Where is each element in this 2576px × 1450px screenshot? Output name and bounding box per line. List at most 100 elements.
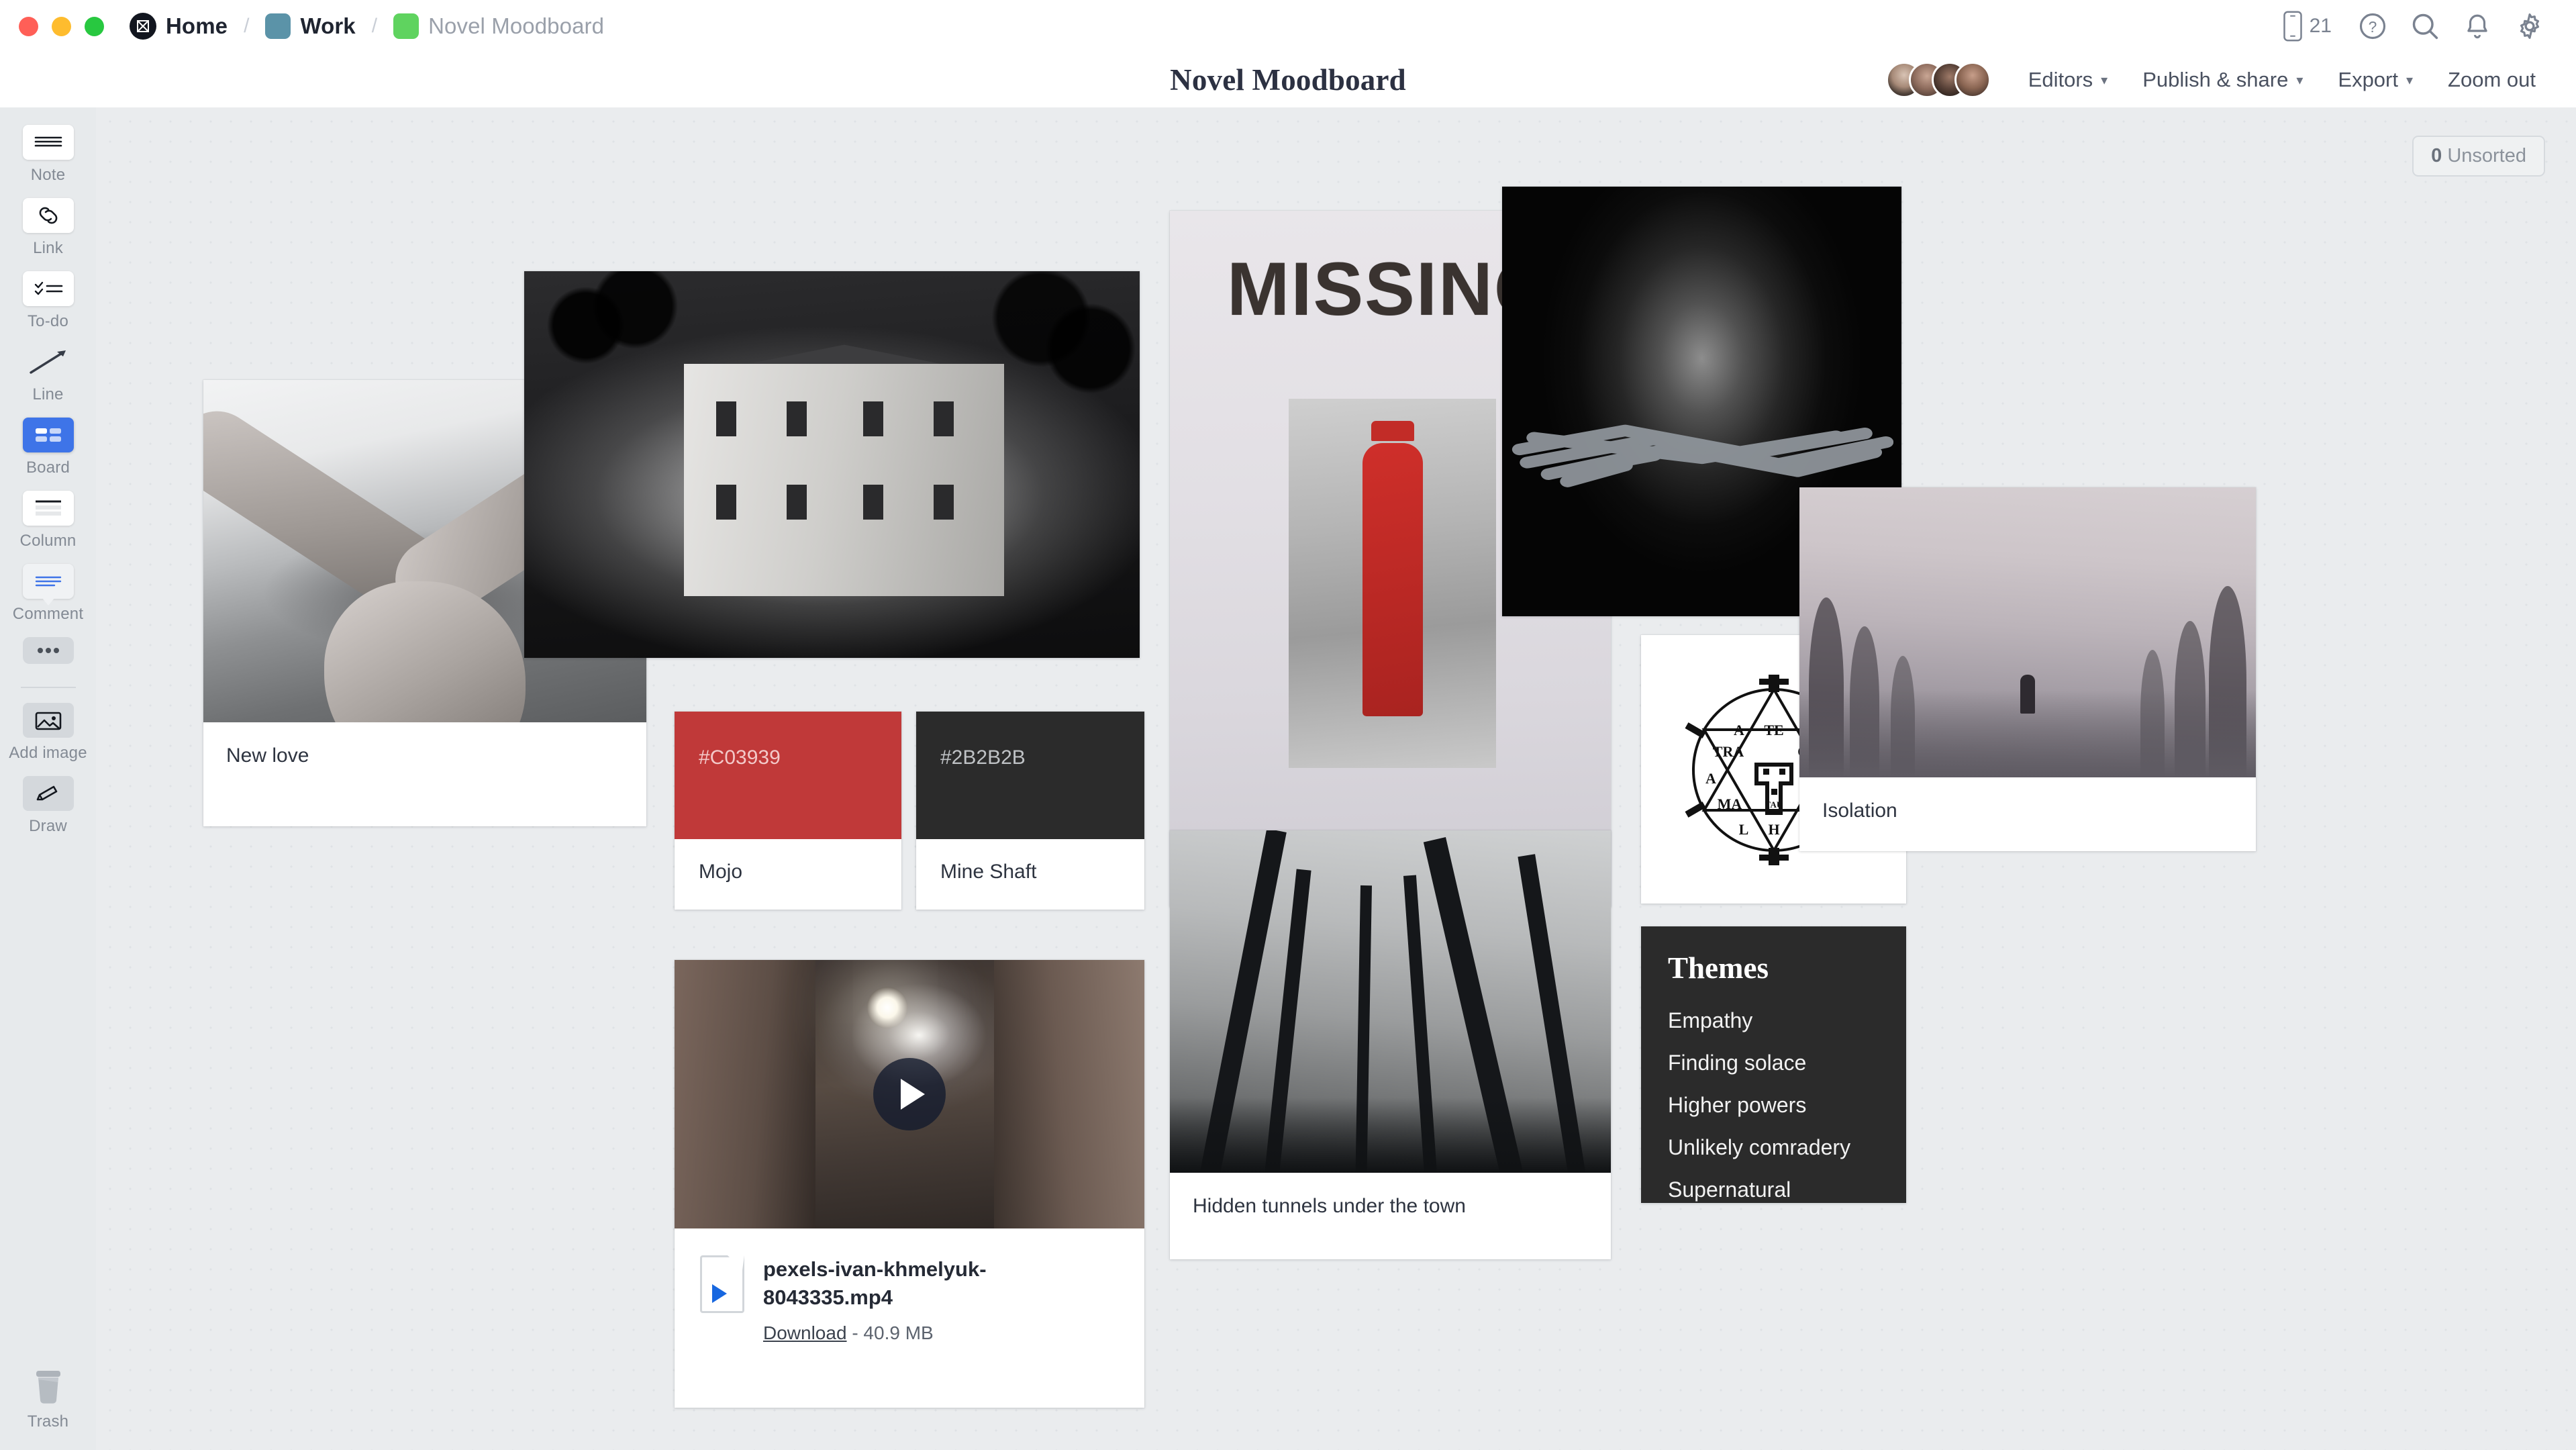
play-triangle-icon [900,1079,925,1110]
breadcrumb-item-home[interactable]: Home [130,13,228,40]
card-hidden-tunnels[interactable]: Hidden tunnels under the town [1170,830,1611,1259]
theme-item[interactable]: Empathy [1668,1008,1879,1033]
video-file-size: 40.9 MB [863,1322,934,1343]
board-icon [22,418,74,452]
sidebar-trash[interactable]: Trash [0,1367,96,1431]
sidebar-tool-more[interactable] [0,637,96,664]
sidebar-tool-label: Column [19,532,77,550]
editors-label: Editors [2028,68,2093,91]
editors-button[interactable]: Editors ▾ [2011,68,2126,92]
breadcrumb-item-board[interactable]: Novel Moodboard [393,13,604,39]
zoom-out-button[interactable]: Zoom out [2430,68,2553,92]
window-titlebar: Home / Work / Novel Moodboard 21 ? [0,0,2576,52]
window-shape [934,401,954,436]
svg-text:A: A [1705,770,1716,787]
titlebar-actions: 21 ? [2283,0,2556,52]
sidebar-tool-link[interactable]: Link [0,198,96,258]
close-window-button[interactable] [19,16,38,36]
window-shape [934,484,954,520]
card-isolation[interactable]: Isolation [1799,487,2256,851]
zoom-out-label: Zoom out [2448,68,2536,91]
breadcrumb-label-work: Work [300,13,356,38]
video-foggy-alley [675,960,1144,1228]
chevron-down-icon: ▾ [2101,72,2108,88]
video-file-details: pexels-ivan-khmelyuk-8043335.mp4 Downloa… [675,1228,1144,1375]
trash-icon [36,1371,60,1404]
sidebar-tool-draw[interactable]: Draw [0,776,96,836]
breadcrumb: Home / Work / Novel Moodboard [130,13,604,40]
card-video-file[interactable]: pexels-ivan-khmelyuk-8043335.mp4 Downloa… [675,960,1144,1408]
sidebar-tool-column[interactable]: Column [0,491,96,550]
settings-icon[interactable] [2504,0,2556,52]
phone-status[interactable]: 21 [2283,11,2346,42]
sidebar-tool-board[interactable]: Board [0,418,96,477]
sidebar-tool-line[interactable]: Line [0,344,96,404]
search-icon[interactable] [2399,0,2451,52]
play-glyph-icon [712,1284,727,1303]
svg-text:?: ? [2369,18,2377,36]
window-shape [786,484,807,520]
unsorted-count: 0 [2431,145,2442,166]
maximize-window-button[interactable] [85,16,104,36]
card-color-mineshaft[interactable]: #2B2B2B Mine Shaft [916,712,1144,910]
minimize-window-button[interactable] [52,16,71,36]
color-name-label: Mine Shaft [940,861,1037,883]
board-canvas[interactable]: 0 Unsorted New love #C03939 Mojo #2B2B2B… [96,107,2576,1450]
note-icon [22,125,74,160]
street-lamp-glow [867,987,907,1028]
color-swatch-fill: #2B2B2B [916,712,1144,839]
export-button[interactable]: Export ▾ [2320,68,2430,92]
comment-icon [22,564,74,606]
breadcrumb-item-work[interactable]: Work [265,13,356,39]
download-link[interactable]: Download [763,1322,847,1343]
house-body-shape [684,364,1005,596]
video-file-icon [700,1255,744,1313]
forest-floor-shade [1170,1097,1611,1173]
sidebar-tool-label: Comment [12,605,84,623]
chevron-down-icon: ▾ [2406,72,2414,88]
link-icon [22,198,74,233]
distant-figure-shape [2020,674,2035,714]
sidebar-tool-label: Draw [29,817,67,835]
color-hex-label: #C03939 [699,746,781,769]
svg-text:TE: TE [1764,722,1783,738]
sidebar-tool-comment[interactable]: Comment [0,564,96,624]
card-color-mojo[interactable]: #C03939 Mojo [675,712,901,910]
window-shape [786,401,807,436]
notifications-icon[interactable] [2451,0,2504,52]
breadcrumb-label-board: Novel Moodboard [428,13,605,38]
window-traffic-lights [19,16,104,36]
theme-item[interactable]: Supernatural [1668,1177,1879,1202]
chevron-down-icon: ▾ [2296,72,2303,88]
publish-share-button[interactable]: Publish & share ▾ [2125,68,2320,92]
editor-avatars[interactable] [1885,62,1991,98]
more-ellipsis-icon [22,637,74,664]
card-caption: New love [226,744,309,767]
unsorted-label: Unsorted [2447,145,2526,166]
window-shape [716,484,737,520]
card-themes[interactable]: Themes Empathy Finding solace Higher pow… [1641,926,1906,1203]
svg-text:L: L [1738,821,1748,838]
sidebar-tool-label: Link [33,239,63,257]
sidebar-tool-note[interactable]: Note [0,125,96,185]
meta-separator: - [852,1322,858,1343]
theme-item[interactable]: Higher powers [1668,1093,1879,1118]
sidebar-tool-label: Add image [9,744,87,762]
folder-square-icon [265,13,291,39]
alley-wall-left [675,960,815,1228]
milanote-logo-icon [130,13,156,40]
photo-old-house-night [524,271,1140,658]
theme-item[interactable]: Unlikely comradery [1668,1135,1879,1160]
avatar[interactable] [1954,62,1991,98]
theme-item[interactable]: Finding solace [1668,1051,1879,1075]
svg-text:TRA: TRA [1712,743,1744,760]
card-old-house[interactable] [524,271,1140,658]
sidebar-tool-add-image[interactable]: Add image [0,703,96,763]
color-swatch-fill: #C03939 [675,712,901,839]
unsorted-badge[interactable]: 0 Unsorted [2412,136,2545,177]
column-icon [22,491,74,526]
sidebar-tool-todo[interactable]: To-do [0,271,96,331]
play-button[interactable] [873,1058,946,1130]
help-icon[interactable]: ? [2346,0,2399,52]
svg-text:A: A [1734,722,1744,738]
